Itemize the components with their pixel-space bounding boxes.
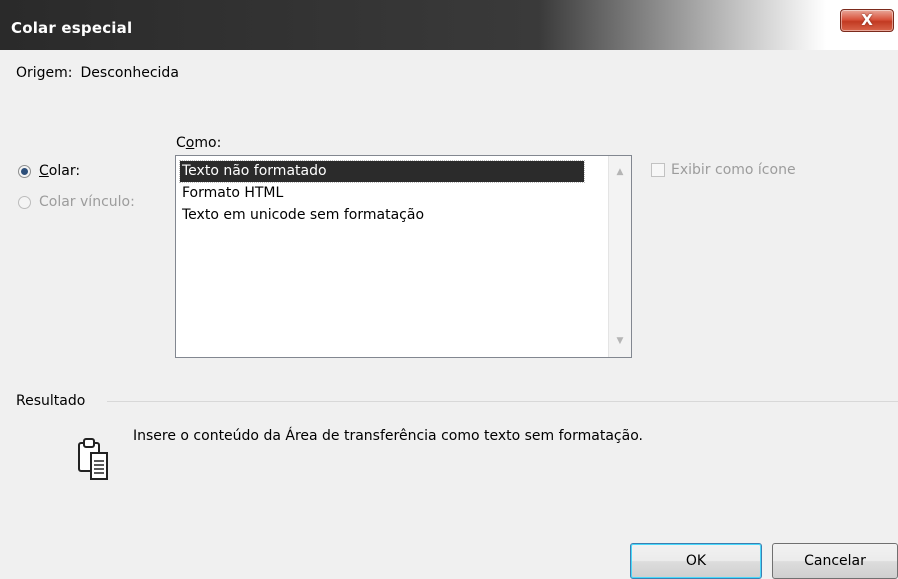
scroll-down-arrow-icon[interactable]: ▼ — [609, 332, 631, 350]
display-as-icon-checkbox — [651, 163, 665, 177]
display-as-icon-label: Exibir como ícone — [671, 162, 796, 178]
origin-value: Desconhecida — [80, 65, 179, 81]
result-group-divider — [107, 401, 898, 402]
format-listbox[interactable]: Texto não formatado Formato HTML Texto e… — [175, 155, 632, 358]
paste-radio-label-rest: olar: — [48, 163, 81, 179]
paste-link-radio — [18, 195, 31, 209]
title-bar: Colar especial X — [0, 0, 898, 50]
paste-radio[interactable] — [18, 164, 31, 178]
list-item[interactable]: Texto em unicode sem formatação — [180, 205, 424, 226]
result-description: Insere o conteúdo da Área de transferênc… — [133, 428, 643, 444]
paste-radio-option[interactable]: Colar: — [18, 163, 80, 179]
paste-link-radio-option: Colar vínculo: — [18, 194, 135, 210]
paste-radio-label: Colar: — [39, 163, 80, 179]
origin-row: Origem: Desconhecida — [16, 65, 179, 81]
close-icon: X — [861, 11, 873, 29]
como-label: Como: — [176, 135, 221, 151]
window-title: Colar especial — [11, 19, 133, 37]
list-item[interactable]: Texto não formatado — [179, 160, 585, 183]
paste-link-radio-label: Colar vínculo: — [39, 194, 135, 210]
como-label-end: mo: — [194, 135, 222, 151]
origin-label: Origem: — [16, 65, 73, 81]
close-button[interactable]: X — [840, 9, 894, 32]
list-item[interactable]: Formato HTML — [180, 183, 283, 204]
cancel-button[interactable]: Cancelar — [772, 543, 898, 579]
ok-button[interactable]: OK — [630, 543, 762, 579]
listbox-scrollbar[interactable]: ▲ ▼ — [608, 156, 631, 357]
scroll-up-arrow-icon[interactable]: ▲ — [609, 163, 631, 181]
result-group-label: Resultado — [16, 393, 86, 409]
paste-radio-mnemonic: C — [39, 163, 49, 179]
como-label-start: C — [176, 135, 186, 151]
display-as-icon-option: Exibir como ícone — [651, 162, 796, 178]
clipboard-icon — [78, 438, 108, 480]
